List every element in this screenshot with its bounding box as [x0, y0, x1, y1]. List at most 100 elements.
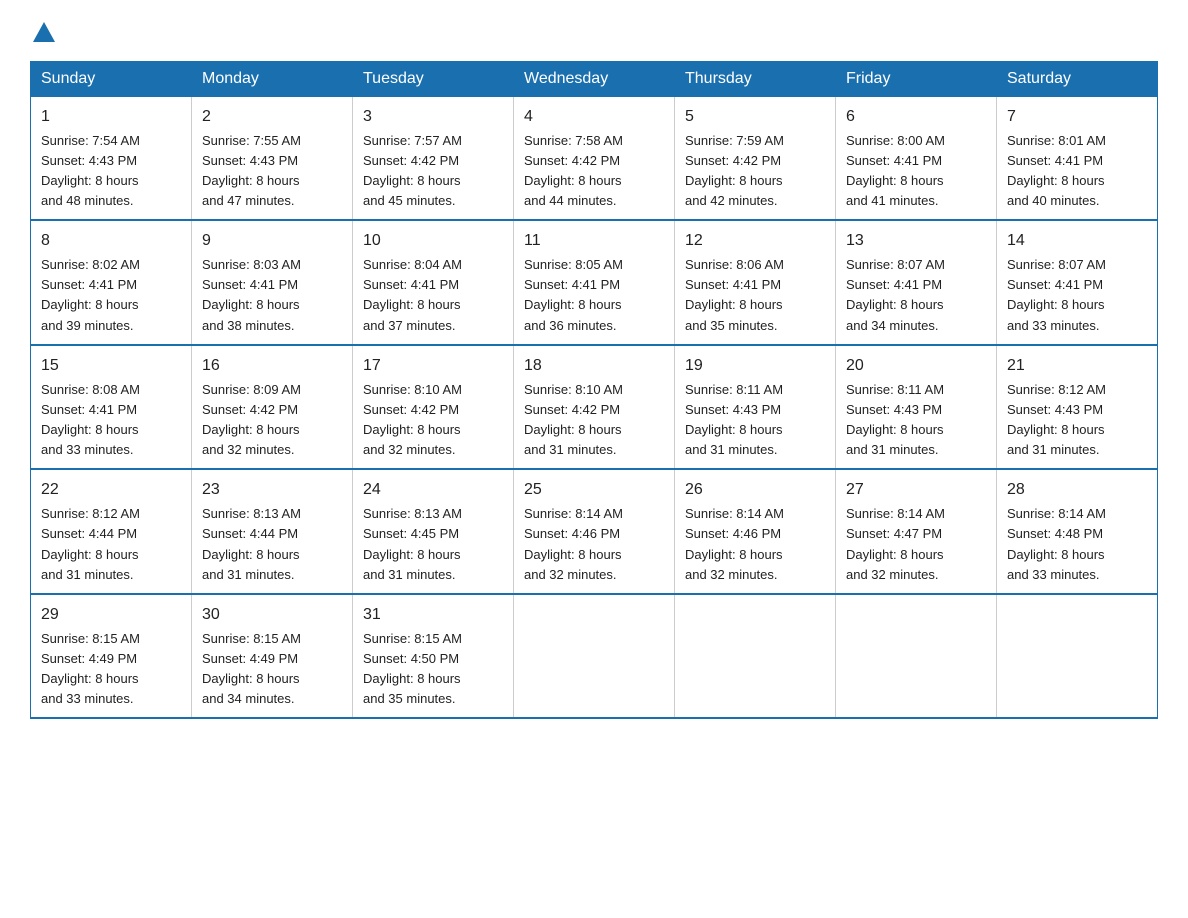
calendar-cell: 14Sunrise: 8:07 AMSunset: 4:41 PMDayligh…: [997, 220, 1158, 345]
day-number: 14: [1007, 229, 1147, 253]
day-number: 1: [41, 105, 181, 129]
calendar-cell: 17Sunrise: 8:10 AMSunset: 4:42 PMDayligh…: [353, 345, 514, 470]
calendar-cell: 3Sunrise: 7:57 AMSunset: 4:42 PMDaylight…: [353, 96, 514, 220]
day-number: 24: [363, 478, 503, 502]
day-info: Sunrise: 8:07 AMSunset: 4:41 PMDaylight:…: [846, 255, 986, 336]
day-info: Sunrise: 8:11 AMSunset: 4:43 PMDaylight:…: [685, 380, 825, 461]
day-number: 5: [685, 105, 825, 129]
day-info: Sunrise: 7:58 AMSunset: 4:42 PMDaylight:…: [524, 131, 664, 212]
calendar-cell: 4Sunrise: 7:58 AMSunset: 4:42 PMDaylight…: [514, 96, 675, 220]
calendar-cell: 30Sunrise: 8:15 AMSunset: 4:49 PMDayligh…: [192, 594, 353, 719]
day-number: 22: [41, 478, 181, 502]
logo-triangle-icon: [33, 22, 55, 42]
calendar-cell: 12Sunrise: 8:06 AMSunset: 4:41 PMDayligh…: [675, 220, 836, 345]
calendar-cell: 22Sunrise: 8:12 AMSunset: 4:44 PMDayligh…: [31, 469, 192, 594]
day-info: Sunrise: 8:04 AMSunset: 4:41 PMDaylight:…: [363, 255, 503, 336]
header-thursday: Thursday: [675, 61, 836, 96]
calendar-cell: 25Sunrise: 8:14 AMSunset: 4:46 PMDayligh…: [514, 469, 675, 594]
calendar-cell: 16Sunrise: 8:09 AMSunset: 4:42 PMDayligh…: [192, 345, 353, 470]
day-number: 7: [1007, 105, 1147, 129]
calendar-cell: 15Sunrise: 8:08 AMSunset: 4:41 PMDayligh…: [31, 345, 192, 470]
day-info: Sunrise: 8:13 AMSunset: 4:45 PMDaylight:…: [363, 504, 503, 585]
day-number: 29: [41, 603, 181, 627]
calendar-cell: 13Sunrise: 8:07 AMSunset: 4:41 PMDayligh…: [836, 220, 997, 345]
day-info: Sunrise: 8:05 AMSunset: 4:41 PMDaylight:…: [524, 255, 664, 336]
day-number: 20: [846, 354, 986, 378]
day-info: Sunrise: 8:06 AMSunset: 4:41 PMDaylight:…: [685, 255, 825, 336]
day-info: Sunrise: 8:15 AMSunset: 4:50 PMDaylight:…: [363, 629, 503, 710]
day-info: Sunrise: 7:54 AMSunset: 4:43 PMDaylight:…: [41, 131, 181, 212]
day-info: Sunrise: 8:11 AMSunset: 4:43 PMDaylight:…: [846, 380, 986, 461]
day-number: 21: [1007, 354, 1147, 378]
day-number: 12: [685, 229, 825, 253]
day-number: 8: [41, 229, 181, 253]
day-number: 11: [524, 229, 664, 253]
day-info: Sunrise: 8:08 AMSunset: 4:41 PMDaylight:…: [41, 380, 181, 461]
header-sunday: Sunday: [31, 61, 192, 96]
day-info: Sunrise: 8:15 AMSunset: 4:49 PMDaylight:…: [202, 629, 342, 710]
day-info: Sunrise: 8:09 AMSunset: 4:42 PMDaylight:…: [202, 380, 342, 461]
day-number: 9: [202, 229, 342, 253]
calendar-table: SundayMondayTuesdayWednesdayThursdayFrid…: [30, 61, 1158, 720]
header-wednesday: Wednesday: [514, 61, 675, 96]
day-number: 16: [202, 354, 342, 378]
day-info: Sunrise: 8:14 AMSunset: 4:46 PMDaylight:…: [685, 504, 825, 585]
day-number: 18: [524, 354, 664, 378]
day-info: Sunrise: 7:57 AMSunset: 4:42 PMDaylight:…: [363, 131, 503, 212]
calendar-cell: 20Sunrise: 8:11 AMSunset: 4:43 PMDayligh…: [836, 345, 997, 470]
calendar-cell: 29Sunrise: 8:15 AMSunset: 4:49 PMDayligh…: [31, 594, 192, 719]
day-number: 23: [202, 478, 342, 502]
calendar-week-row: 8Sunrise: 8:02 AMSunset: 4:41 PMDaylight…: [31, 220, 1158, 345]
calendar-cell: [514, 594, 675, 719]
header-saturday: Saturday: [997, 61, 1158, 96]
calendar-cell: 11Sunrise: 8:05 AMSunset: 4:41 PMDayligh…: [514, 220, 675, 345]
day-info: Sunrise: 8:14 AMSunset: 4:48 PMDaylight:…: [1007, 504, 1147, 585]
calendar-cell: [836, 594, 997, 719]
calendar-cell: 21Sunrise: 8:12 AMSunset: 4:43 PMDayligh…: [997, 345, 1158, 470]
day-info: Sunrise: 8:00 AMSunset: 4:41 PMDaylight:…: [846, 131, 986, 212]
day-number: 4: [524, 105, 664, 129]
calendar-cell: 2Sunrise: 7:55 AMSunset: 4:43 PMDaylight…: [192, 96, 353, 220]
logo: [30, 20, 55, 47]
day-number: 31: [363, 603, 503, 627]
calendar-cell: 24Sunrise: 8:13 AMSunset: 4:45 PMDayligh…: [353, 469, 514, 594]
day-number: 27: [846, 478, 986, 502]
calendar-cell: 31Sunrise: 8:15 AMSunset: 4:50 PMDayligh…: [353, 594, 514, 719]
day-info: Sunrise: 8:15 AMSunset: 4:49 PMDaylight:…: [41, 629, 181, 710]
day-number: 10: [363, 229, 503, 253]
header-tuesday: Tuesday: [353, 61, 514, 96]
calendar-cell: 5Sunrise: 7:59 AMSunset: 4:42 PMDaylight…: [675, 96, 836, 220]
day-info: Sunrise: 7:55 AMSunset: 4:43 PMDaylight:…: [202, 131, 342, 212]
calendar-cell: 6Sunrise: 8:00 AMSunset: 4:41 PMDaylight…: [836, 96, 997, 220]
day-number: 28: [1007, 478, 1147, 502]
calendar-cell: 23Sunrise: 8:13 AMSunset: 4:44 PMDayligh…: [192, 469, 353, 594]
calendar-cell: 1Sunrise: 7:54 AMSunset: 4:43 PMDaylight…: [31, 96, 192, 220]
day-number: 13: [846, 229, 986, 253]
day-info: Sunrise: 8:12 AMSunset: 4:44 PMDaylight:…: [41, 504, 181, 585]
header-friday: Friday: [836, 61, 997, 96]
day-number: 6: [846, 105, 986, 129]
day-number: 25: [524, 478, 664, 502]
calendar-cell: 26Sunrise: 8:14 AMSunset: 4:46 PMDayligh…: [675, 469, 836, 594]
day-number: 30: [202, 603, 342, 627]
header-monday: Monday: [192, 61, 353, 96]
calendar-cell: 8Sunrise: 8:02 AMSunset: 4:41 PMDaylight…: [31, 220, 192, 345]
day-number: 17: [363, 354, 503, 378]
day-number: 2: [202, 105, 342, 129]
calendar-cell: [675, 594, 836, 719]
logo-block: [30, 20, 55, 47]
calendar-cell: 10Sunrise: 8:04 AMSunset: 4:41 PMDayligh…: [353, 220, 514, 345]
calendar-week-row: 1Sunrise: 7:54 AMSunset: 4:43 PMDaylight…: [31, 96, 1158, 220]
calendar-cell: 7Sunrise: 8:01 AMSunset: 4:41 PMDaylight…: [997, 96, 1158, 220]
calendar-cell: 18Sunrise: 8:10 AMSunset: 4:42 PMDayligh…: [514, 345, 675, 470]
day-info: Sunrise: 8:02 AMSunset: 4:41 PMDaylight:…: [41, 255, 181, 336]
day-info: Sunrise: 8:13 AMSunset: 4:44 PMDaylight:…: [202, 504, 342, 585]
calendar-week-row: 22Sunrise: 8:12 AMSunset: 4:44 PMDayligh…: [31, 469, 1158, 594]
calendar-cell: 27Sunrise: 8:14 AMSunset: 4:47 PMDayligh…: [836, 469, 997, 594]
day-number: 26: [685, 478, 825, 502]
day-info: Sunrise: 8:14 AMSunset: 4:46 PMDaylight:…: [524, 504, 664, 585]
calendar-week-row: 15Sunrise: 8:08 AMSunset: 4:41 PMDayligh…: [31, 345, 1158, 470]
day-info: Sunrise: 8:14 AMSunset: 4:47 PMDaylight:…: [846, 504, 986, 585]
calendar-week-row: 29Sunrise: 8:15 AMSunset: 4:49 PMDayligh…: [31, 594, 1158, 719]
day-number: 3: [363, 105, 503, 129]
